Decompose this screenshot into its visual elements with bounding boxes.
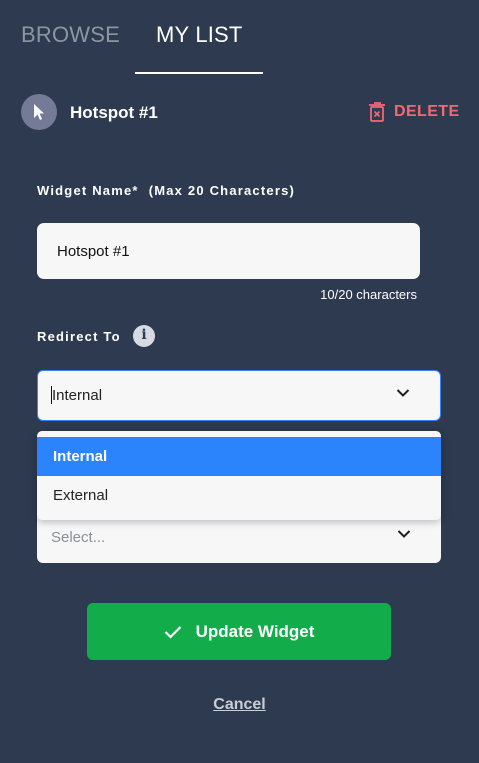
- widget-title: Hotspot #1: [70, 103, 158, 122]
- char-count: 10/20 characters: [320, 287, 417, 302]
- trash-icon: [369, 102, 385, 122]
- widget-avatar: [21, 94, 57, 130]
- redirect-to-label: Redirect To: [37, 329, 121, 344]
- option-internal[interactable]: Internal: [37, 437, 441, 476]
- cursor-pointer-icon: [34, 104, 44, 120]
- update-widget-button[interactable]: Update Widget: [87, 603, 391, 660]
- secondary-select-placeholder: Select...: [51, 529, 106, 546]
- widget-name-input[interactable]: [37, 223, 420, 279]
- delete-button[interactable]: DELETE: [368, 100, 460, 124]
- info-icon[interactable]: i: [133, 325, 155, 347]
- active-tab-indicator: [135, 72, 263, 74]
- update-widget-label: Update Widget: [195, 621, 315, 641]
- text-caret: [51, 386, 52, 404]
- redirect-dropdown-menu: Internal External: [37, 431, 441, 520]
- cancel-link[interactable]: Cancel: [0, 696, 479, 714]
- delete-label: DELETE: [394, 103, 460, 120]
- widget-name-hint: (Max 20 Characters): [148, 183, 296, 198]
- widget-editor-panel: BROWSE MY LIST Hotspot #1 DELETE Widget …: [0, 0, 479, 763]
- chevron-down-icon: [397, 530, 411, 538]
- option-external[interactable]: External: [37, 476, 441, 515]
- tab-my-list[interactable]: MY LIST: [156, 22, 243, 48]
- widget-name-label-text: Widget Name*: [37, 183, 139, 198]
- redirect-select[interactable]: Internal: [37, 370, 441, 421]
- tab-browse[interactable]: BROWSE: [21, 22, 120, 48]
- widget-name-label: Widget Name* (Max 20 Characters): [37, 183, 295, 198]
- redirect-select-value: Internal: [52, 387, 103, 404]
- check-icon: [164, 625, 181, 639]
- chevron-down-icon: [396, 389, 410, 397]
